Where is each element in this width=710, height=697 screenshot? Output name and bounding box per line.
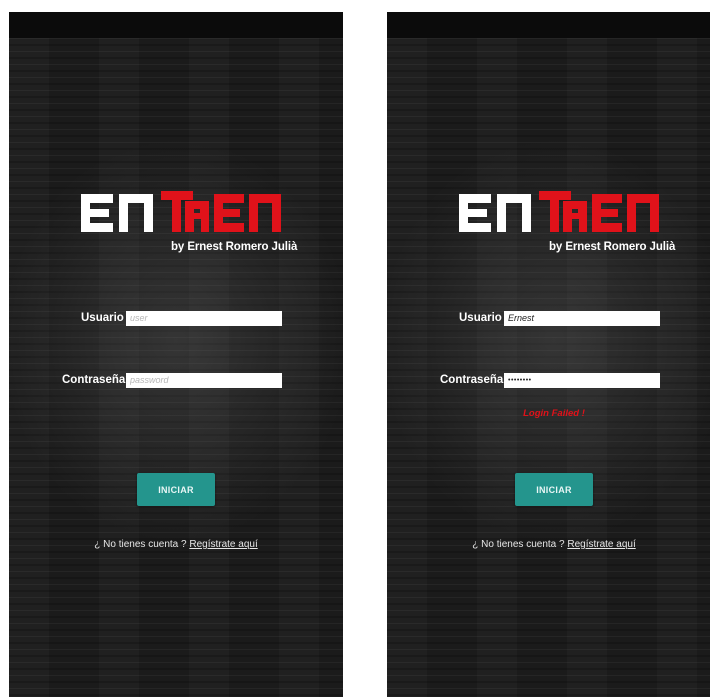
login-screen-failed: by Ernest Romero Julià Usuario Contraseñ… (387, 12, 710, 697)
register-link[interactable]: Regístrate aquí (567, 539, 635, 550)
password-input[interactable] (126, 373, 282, 388)
login-error-message: Login Failed ! (523, 408, 585, 419)
password-input[interactable] (504, 373, 660, 388)
username-label: Usuario (459, 312, 502, 324)
register-question: ¿ No tienes cuenta ? (94, 539, 187, 550)
register-link[interactable]: Regístrate aquí (189, 539, 257, 550)
logo-byline: by Ernest Romero Julià (549, 241, 676, 253)
login-screen-empty: by Ernest Romero Julià Usuario Contraseñ… (9, 12, 343, 697)
username-input[interactable] (126, 311, 282, 326)
register-prompt: ¿ No tienes cuenta ? Regístrate aquí (387, 539, 710, 550)
login-button[interactable]: INICIAR (515, 473, 593, 506)
username-label: Usuario (81, 312, 124, 324)
app-logo: by Ernest Romero Julià (459, 188, 675, 258)
entren-logo-graphic (459, 191, 659, 232)
entren-logo-graphic (81, 191, 281, 232)
password-label: Contraseña (440, 374, 504, 386)
register-prompt: ¿ No tienes cuenta ? Regístrate aquí (9, 539, 343, 550)
app-logo: by Ernest Romero Julià (81, 188, 297, 258)
username-input[interactable] (504, 311, 660, 326)
status-bar (387, 12, 710, 38)
password-label: Contraseña (62, 374, 126, 386)
logo-byline: by Ernest Romero Julià (171, 241, 298, 253)
register-question: ¿ No tienes cuenta ? (472, 539, 565, 550)
login-button[interactable]: INICIAR (137, 473, 215, 506)
status-bar (9, 12, 343, 38)
